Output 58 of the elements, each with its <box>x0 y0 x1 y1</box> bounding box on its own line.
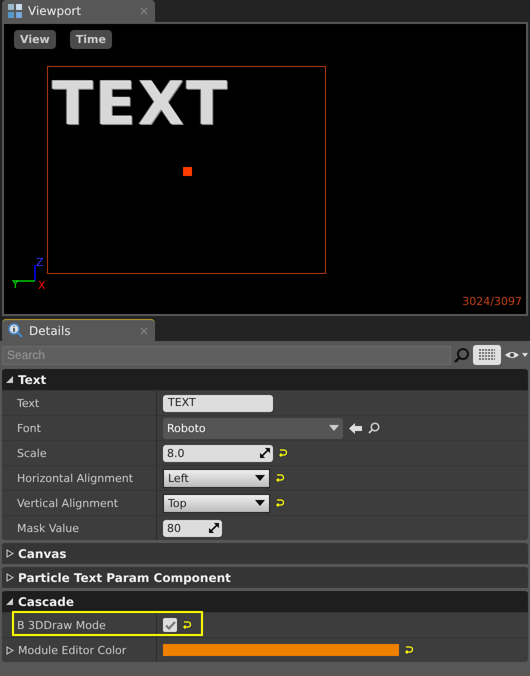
viewport[interactable]: View Time TEXT Z Y X 3024/3097 <box>2 22 528 316</box>
dropdown[interactable]: Left <box>163 468 270 488</box>
reset-arrow-icon[interactable] <box>276 474 284 482</box>
collapsed-triangle-icon[interactable] <box>6 549 14 558</box>
dropdown-caret-icon[interactable] <box>255 475 265 481</box>
search-icon[interactable] <box>368 422 380 434</box>
drag-handle-icon[interactable] <box>260 448 270 458</box>
y-axis-label: Y <box>12 278 19 291</box>
info-magnifier-icon <box>8 323 23 338</box>
x-axis-label: X <box>38 279 46 292</box>
reset-arrow-icon[interactable] <box>183 621 191 629</box>
details-tab[interactable]: Details × <box>2 319 155 341</box>
expanded-triangle-icon[interactable] <box>6 375 14 384</box>
particle-count: 3024/3097 <box>462 295 522 308</box>
grid-window-icon <box>8 4 22 18</box>
reset-arrow-icon[interactable] <box>405 646 413 654</box>
left-arrow-icon[interactable] <box>349 422 362 434</box>
emitter-marker <box>183 167 192 176</box>
property-label: Vertical Alignment <box>17 496 118 510</box>
eye-icon[interactable] <box>504 349 528 361</box>
drag-handle-icon[interactable] <box>209 523 219 533</box>
search-field[interactable]: Search <box>2 346 451 364</box>
color-swatch[interactable] <box>163 644 399 656</box>
viewport-menu-button[interactable]: Time <box>70 30 112 49</box>
category-header[interactable]: Text <box>2 369 528 390</box>
property-label: Scale <box>17 446 47 460</box>
property-label: Horizontal Alignment <box>17 472 134 484</box>
category-header[interactable]: Canvas <box>2 543 528 564</box>
dropdown[interactable]: Top <box>163 494 270 512</box>
checkbox[interactable] <box>163 618 177 632</box>
collapsed-triangle-icon[interactable] <box>6 573 14 582</box>
list-icon <box>479 349 495 361</box>
checkmark-icon <box>164 620 176 630</box>
viewport-menu-button[interactable]: View <box>14 30 56 49</box>
category-title: Cascade <box>18 594 74 608</box>
expanded-triangle-icon[interactable] <box>6 597 14 606</box>
font-picker[interactable]: Roboto <box>163 418 343 438</box>
property-label: Mask Value <box>17 522 80 534</box>
reset-arrow-icon[interactable] <box>279 449 287 457</box>
property-label: Font <box>17 422 41 434</box>
particle-text: TEXT <box>52 69 230 139</box>
category-title: Canvas <box>18 546 67 560</box>
category-title: Particle Text Param Component <box>18 570 231 584</box>
property-label: Module Editor Color <box>18 644 126 656</box>
z-axis-label: Z <box>36 256 44 269</box>
number-field[interactable]: 80 <box>163 520 222 536</box>
category-header[interactable]: Cascade <box>2 591 528 612</box>
text-field[interactable]: TEXT <box>163 394 273 412</box>
category-title: Text <box>18 372 46 386</box>
property-label: Text <box>17 396 40 410</box>
reset-arrow-icon[interactable] <box>276 499 284 507</box>
collapsed-triangle-icon[interactable] <box>6 646 14 654</box>
property-label: B 3DDraw Mode <box>17 618 106 632</box>
number-field[interactable]: 8.0 <box>163 444 273 462</box>
view-options-button[interactable] <box>473 345 501 365</box>
category-header[interactable]: Particle Text Param Component <box>2 567 528 588</box>
viewport-tab[interactable]: Viewport × <box>2 0 155 22</box>
dropdown-caret-icon[interactable] <box>255 500 265 506</box>
